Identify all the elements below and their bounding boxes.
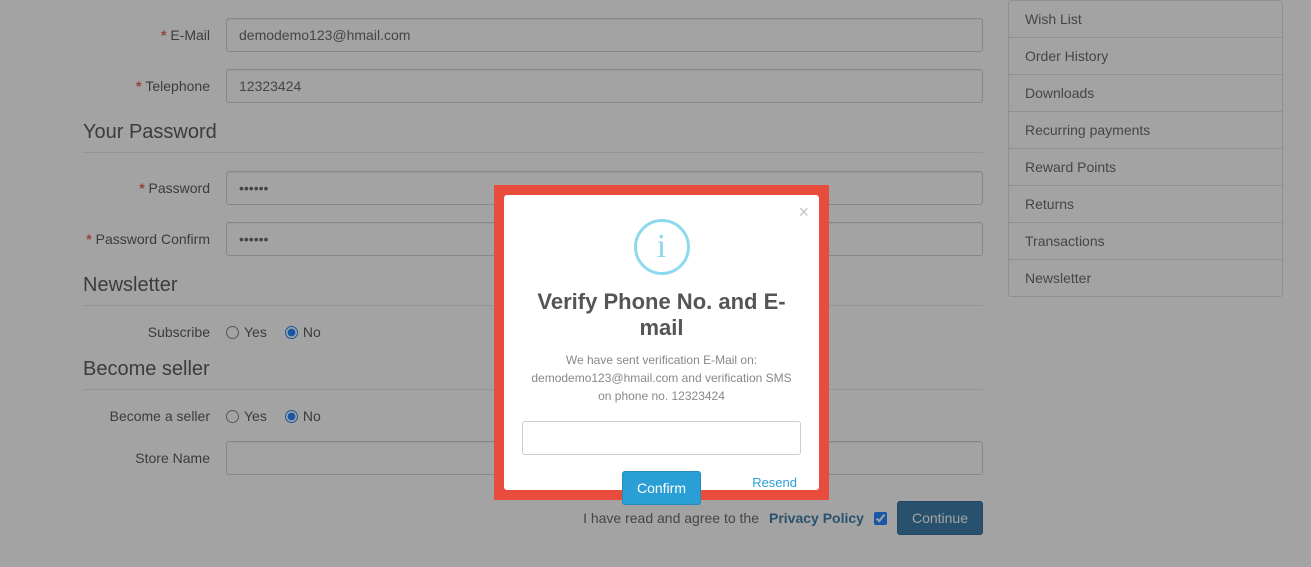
confirm-button[interactable]: Confirm	[622, 471, 701, 505]
modal-text: We have sent verification E-Mail on: dem…	[522, 351, 801, 405]
close-icon[interactable]: ×	[798, 203, 809, 221]
verification-code-input[interactable]	[522, 421, 801, 455]
modal-highlight-border: × i Verify Phone No. and E-mail We have …	[494, 185, 829, 500]
modal-title: Verify Phone No. and E-mail	[522, 289, 801, 341]
verify-modal: × i Verify Phone No. and E-mail We have …	[504, 195, 819, 490]
info-icon: i	[634, 219, 690, 275]
resend-link[interactable]: Resend	[752, 475, 797, 490]
